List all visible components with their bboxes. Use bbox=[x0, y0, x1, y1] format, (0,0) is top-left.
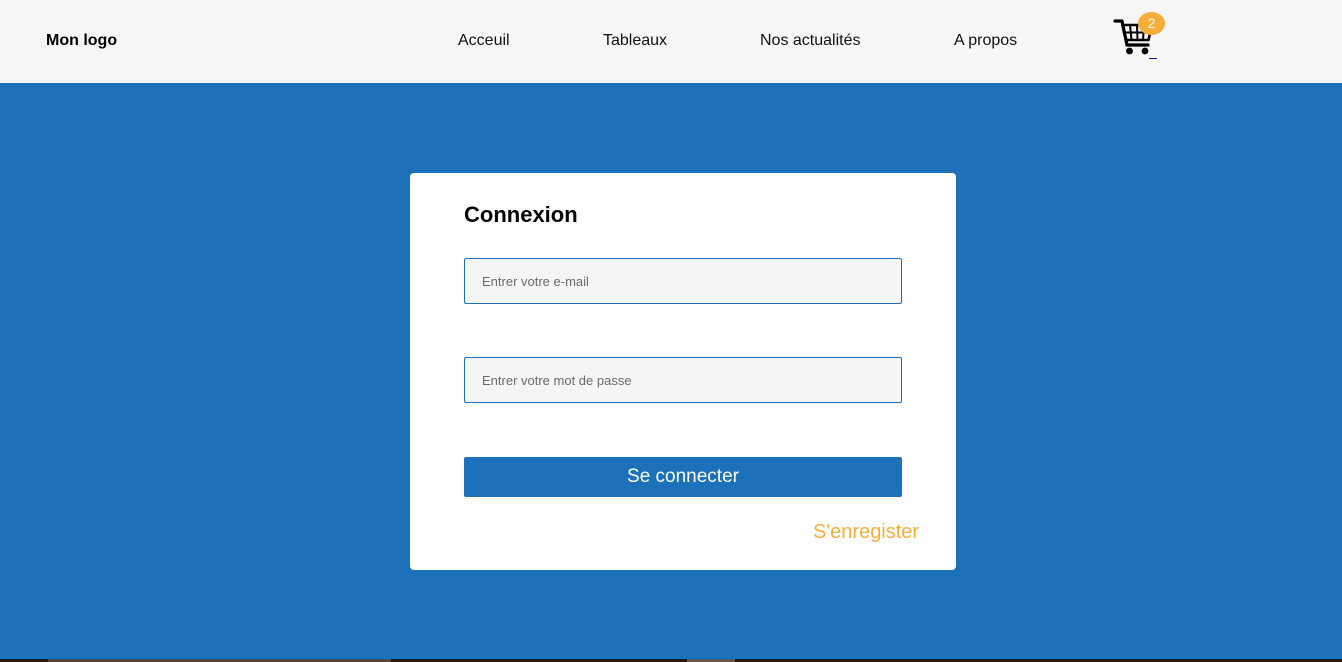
site-logo[interactable]: Mon logo bbox=[46, 31, 117, 51]
login-card: Connexion Se connecter S'enregister bbox=[410, 173, 956, 570]
nav-link-tableaux[interactable]: Tableaux bbox=[603, 31, 667, 51]
login-button[interactable]: Se connecter bbox=[464, 457, 902, 497]
email-input[interactable] bbox=[464, 258, 902, 304]
nav-link-a-propos[interactable]: A propos bbox=[954, 31, 1017, 51]
password-input[interactable] bbox=[464, 357, 902, 403]
login-title: Connexion bbox=[464, 202, 578, 227]
cart-count-badge: 2 bbox=[1138, 12, 1165, 35]
nav-link-actualites[interactable]: Nos actualités bbox=[760, 31, 861, 51]
cart-button[interactable]: 2 bbox=[1113, 12, 1169, 62]
nav-link-accueil[interactable]: Acceuil bbox=[458, 31, 510, 51]
cart-link-underline bbox=[1149, 58, 1157, 59]
navbar: Mon logo Acceuil Tableaux Nos actualités… bbox=[0, 0, 1342, 83]
register-link[interactable]: S'enregister bbox=[813, 520, 919, 544]
